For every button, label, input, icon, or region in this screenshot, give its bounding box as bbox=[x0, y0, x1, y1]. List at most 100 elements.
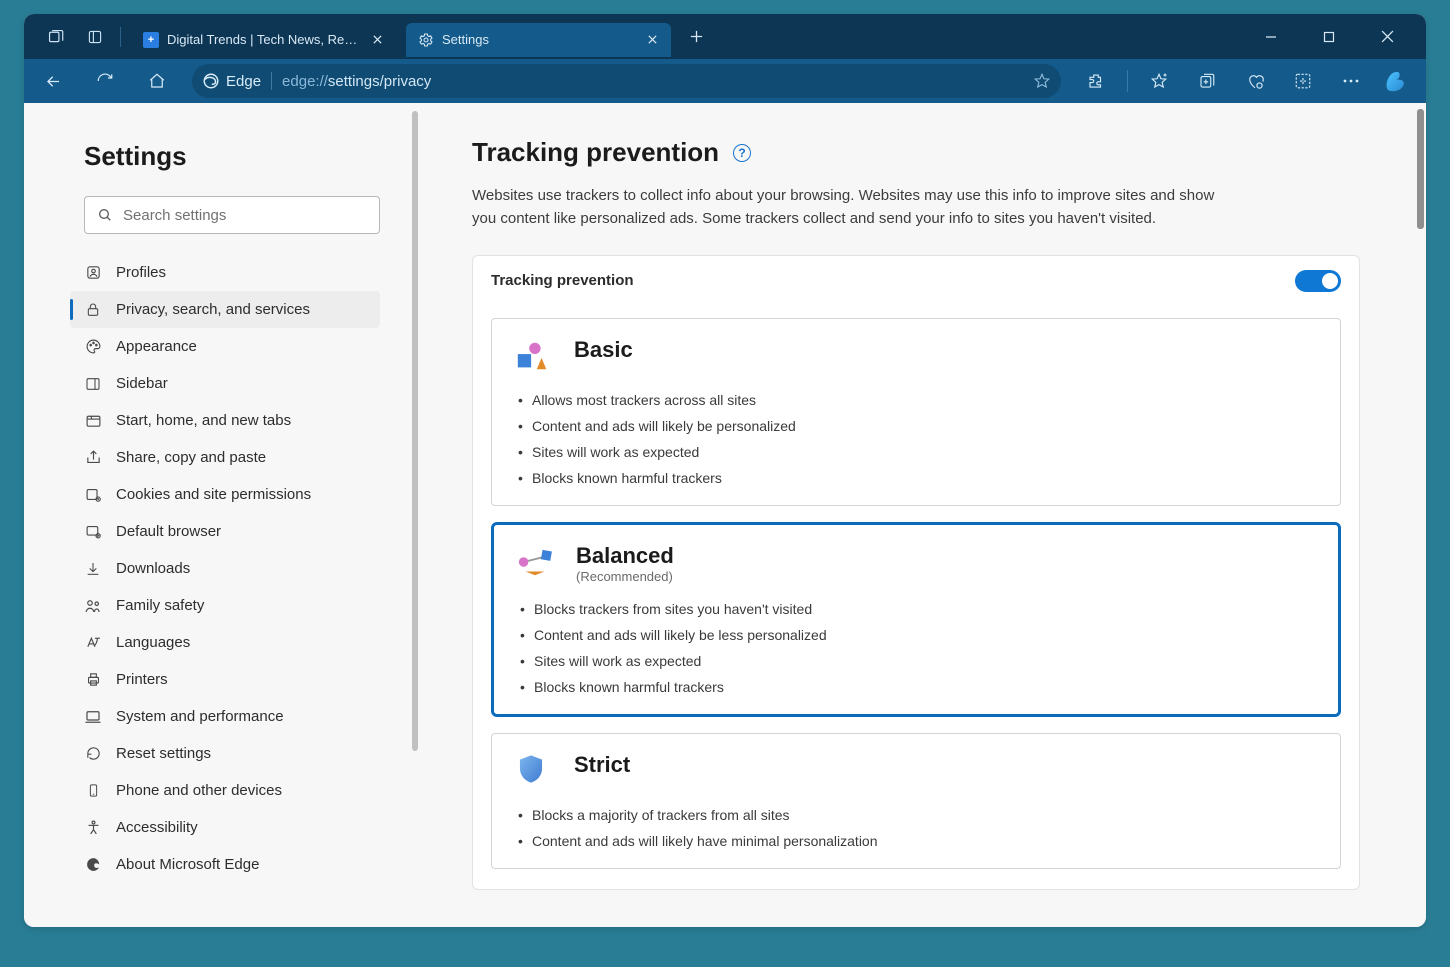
browser-icon bbox=[84, 523, 102, 541]
bullet: Allows most trackers across all sites bbox=[532, 387, 1320, 413]
help-icon[interactable]: ? bbox=[733, 144, 751, 162]
nav-item-family[interactable]: Family safety bbox=[70, 587, 380, 624]
nav-label: Profiles bbox=[116, 264, 166, 281]
nav-label: Phone and other devices bbox=[116, 782, 282, 799]
family-icon bbox=[84, 597, 102, 615]
nav-label: Start, home, and new tabs bbox=[116, 412, 291, 429]
tracking-option-balanced[interactable]: Balanced (Recommended) Blocks trackers f… bbox=[491, 522, 1341, 717]
sidebar-scrollbar[interactable] bbox=[412, 111, 418, 751]
screenshot-icon[interactable] bbox=[1286, 64, 1320, 98]
nav-label: Privacy, search, and services bbox=[116, 301, 310, 318]
favorites-icon[interactable] bbox=[1142, 64, 1176, 98]
printer-icon bbox=[84, 671, 102, 689]
share-icon bbox=[84, 449, 102, 467]
settings-search[interactable] bbox=[84, 196, 380, 234]
laptop-icon bbox=[84, 708, 102, 726]
nav-item-about[interactable]: About Microsoft Edge bbox=[70, 846, 380, 883]
balanced-illustration-icon bbox=[516, 543, 554, 581]
nav-item-appearance[interactable]: Appearance bbox=[70, 328, 380, 365]
home-button[interactable] bbox=[140, 64, 174, 98]
nav-item-languages[interactable]: Languages bbox=[70, 624, 380, 661]
nav-label: Sidebar bbox=[116, 375, 168, 392]
nav-item-reset[interactable]: Reset settings bbox=[70, 735, 380, 772]
window-controls bbox=[1254, 20, 1418, 54]
tab-label: Digital Trends | Tech News, Reviews bbox=[167, 32, 358, 47]
close-tab-icon[interactable] bbox=[366, 29, 388, 51]
browser-essentials-icon[interactable] bbox=[1238, 64, 1272, 98]
tab-settings[interactable]: Settings bbox=[406, 23, 671, 57]
nav-item-sidebar[interactable]: Sidebar bbox=[70, 365, 380, 402]
nav-label: About Microsoft Edge bbox=[116, 856, 259, 873]
back-button[interactable] bbox=[36, 64, 70, 98]
extensions-icon[interactable] bbox=[1079, 64, 1113, 98]
tab-digital-trends[interactable]: + Digital Trends | Tech News, Reviews bbox=[131, 23, 396, 57]
tracking-option-strict[interactable]: Strict Blocks a majority of trackers fro… bbox=[491, 733, 1341, 869]
vertical-tabs-icon[interactable] bbox=[80, 22, 110, 52]
maximize-button[interactable] bbox=[1312, 20, 1346, 54]
download-icon bbox=[84, 560, 102, 578]
bullet: Blocks known harmful trackers bbox=[532, 465, 1320, 491]
nav-item-privacy[interactable]: Privacy, search, and services bbox=[70, 291, 380, 328]
nav-item-downloads[interactable]: Downloads bbox=[70, 550, 380, 587]
close-tab-icon[interactable] bbox=[641, 29, 663, 51]
strict-illustration-icon bbox=[514, 752, 552, 790]
phone-icon bbox=[84, 782, 102, 800]
nav-item-default-browser[interactable]: Default browser bbox=[70, 513, 380, 550]
tracking-prevention-card: Tracking prevention Basic Allows mo bbox=[472, 255, 1360, 890]
palette-icon bbox=[84, 338, 102, 356]
nav-item-system[interactable]: System and performance bbox=[70, 698, 380, 735]
nav-item-share-copy[interactable]: Share, copy and paste bbox=[70, 439, 380, 476]
tab-label: Settings bbox=[442, 32, 633, 47]
tab-separator bbox=[120, 27, 121, 47]
nav-item-cookies[interactable]: Cookies and site permissions bbox=[70, 476, 380, 513]
nav-label: Accessibility bbox=[116, 819, 198, 836]
nav-label: Family safety bbox=[116, 597, 204, 614]
option-bullets: Blocks a majority of trackers from all s… bbox=[514, 802, 1320, 854]
new-tab-button[interactable] bbox=[681, 22, 711, 52]
main-scrollbar[interactable] bbox=[1417, 109, 1424, 229]
bullet: Blocks trackers from sites you haven't v… bbox=[534, 596, 1318, 622]
url-text: edge://settings/privacy bbox=[282, 73, 431, 90]
sidebar-icon bbox=[84, 375, 102, 393]
bullet: Sites will work as expected bbox=[532, 439, 1320, 465]
nav-item-profiles[interactable]: Profiles bbox=[70, 254, 380, 291]
tracking-option-basic[interactable]: Basic Allows most trackers across all si… bbox=[491, 318, 1341, 506]
site-icon: + bbox=[143, 32, 159, 48]
tracking-toggle[interactable] bbox=[1295, 270, 1341, 292]
settings-sidebar: Settings Profiles Privacy, search, and s… bbox=[24, 103, 420, 927]
nav-label: Cookies and site permissions bbox=[116, 486, 311, 503]
basic-illustration-icon bbox=[514, 337, 552, 375]
minimize-button[interactable] bbox=[1254, 20, 1288, 54]
copilot-icon[interactable] bbox=[1382, 67, 1410, 95]
bullet: Content and ads will likely be less pers… bbox=[534, 622, 1318, 648]
refresh-button[interactable] bbox=[88, 64, 122, 98]
nav-label: Downloads bbox=[116, 560, 190, 577]
settings-search-input[interactable] bbox=[123, 207, 367, 224]
nav-item-accessibility[interactable]: Accessibility bbox=[70, 809, 380, 846]
more-menu-icon[interactable] bbox=[1334, 64, 1368, 98]
bullet: Blocks a majority of trackers from all s… bbox=[532, 802, 1320, 828]
gear-icon bbox=[418, 32, 434, 48]
permissions-icon bbox=[84, 486, 102, 504]
close-window-button[interactable] bbox=[1370, 20, 1404, 54]
search-icon bbox=[97, 207, 113, 223]
edge-label: Edge bbox=[226, 73, 261, 90]
nav-item-start-home[interactable]: Start, home, and new tabs bbox=[70, 402, 380, 439]
page-heading: Tracking prevention bbox=[472, 137, 719, 168]
toolbar-right bbox=[1079, 64, 1414, 98]
tabs-icon bbox=[84, 412, 102, 430]
lock-icon bbox=[84, 301, 102, 319]
profile-icon bbox=[84, 264, 102, 282]
address-bar: Edge edge://settings/privacy bbox=[24, 59, 1426, 103]
nav-label: Reset settings bbox=[116, 745, 211, 762]
favorite-star-icon[interactable] bbox=[1033, 72, 1051, 90]
toolbar-separator bbox=[1127, 70, 1128, 92]
tracking-toggle-row: Tracking prevention bbox=[491, 270, 1341, 302]
address-field[interactable]: Edge edge://settings/privacy bbox=[192, 64, 1061, 98]
collections-icon[interactable] bbox=[1190, 64, 1224, 98]
tracking-toggle-label: Tracking prevention bbox=[491, 272, 634, 289]
nav-item-printers[interactable]: Printers bbox=[70, 661, 380, 698]
tab-actions-icon[interactable] bbox=[40, 22, 70, 52]
nav-label: Appearance bbox=[116, 338, 197, 355]
nav-item-phone[interactable]: Phone and other devices bbox=[70, 772, 380, 809]
